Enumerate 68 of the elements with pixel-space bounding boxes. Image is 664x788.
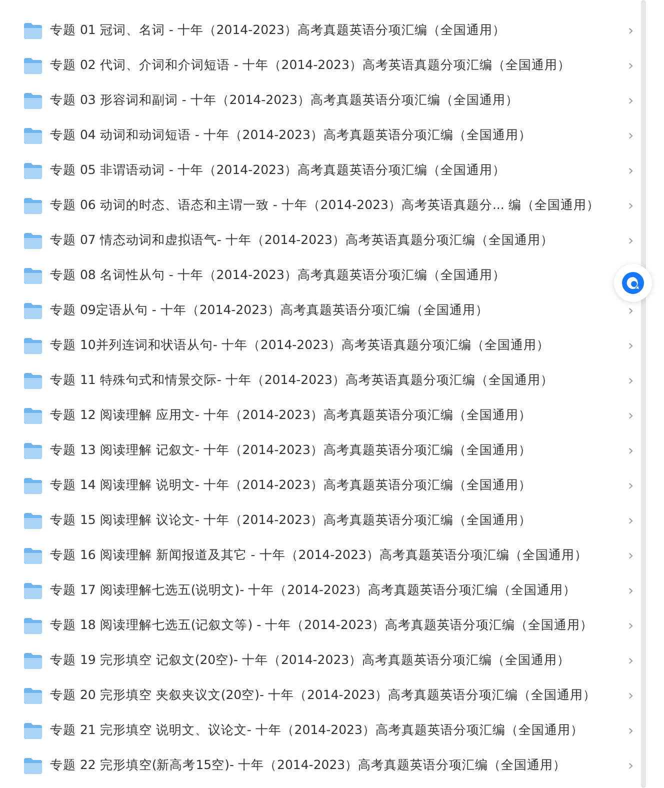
chat-bubble-icon — [622, 272, 644, 294]
folder-icon — [24, 92, 42, 108]
folder-name[interactable]: 专题 06 动词的时态、语态和主谓一致 - 十年（2014-2023）高考英语真题分... 编（全国通用） — [50, 197, 600, 212]
folder-name[interactable]: 专题 08 名词性从句 - 十年（2014-2023）高考真题英语分项汇编（全国通用） — [50, 267, 506, 282]
folder-name[interactable]: 专题 18 阅读理解七选五(记叙文等) - 十年（2014-2023）高考真题英语分项汇编（全国通用） — [50, 617, 594, 632]
folder-icon — [24, 582, 42, 598]
folder-icon — [24, 22, 42, 38]
folder-name[interactable]: 专题 11 特殊句式和情景交际- 十年（2014-2023）高考英语真题分项汇编（全国通用） — [50, 372, 554, 387]
folder-icon — [24, 162, 42, 178]
folder-name[interactable]: 专题 19 完形填空 记叙文(20空)- 十年（2014-2023）高考真题英语分项汇编（全国通用） — [50, 652, 570, 667]
folder-name[interactable]: 专题 20 完形填空 夹叙夹议文(20空)- 十年（2014-2023）高考真题英语分项汇编（全国通用） — [50, 687, 596, 702]
chevron-icon: › — [628, 478, 636, 494]
folder-name[interactable]: 专题 05 非谓语动词 - 十年（2014-2023）高考真题英语分项汇编（全国通用） — [50, 162, 506, 177]
folder-name[interactable]: 专题 14 阅读理解 说明文- 十年（2014-2023）高考真题英语分项汇编（全国通用） — [50, 477, 532, 492]
chevron-icon: › — [628, 92, 636, 108]
chevron-icon: › — [628, 162, 636, 178]
folder-name[interactable]: 专题 01 冠词、名词 - 十年（2014-2023）高考真题英语分项汇编（全国通用） — [50, 22, 506, 37]
chat-button[interactable] — [614, 264, 652, 302]
chevron-icon: › — [628, 442, 636, 458]
folder-icon — [24, 512, 42, 528]
folder-icon — [24, 478, 42, 494]
chevron-icon: › — [628, 512, 636, 528]
chevron-icon: › — [628, 688, 636, 704]
folder-icon — [24, 198, 42, 214]
folder-name[interactable]: 专题 17 阅读理解七选五(说明文)- 十年（2014-2023）高考真题英语分项汇编（全国通用） — [50, 582, 576, 597]
folder-icon — [24, 58, 42, 74]
folder-icon — [24, 408, 42, 424]
folder-icon — [24, 372, 42, 388]
folder-name[interactable]: 专题 12 阅读理解 应用文- 十年（2014-2023）高考真题英语分项汇编（全国通用） — [50, 407, 532, 422]
chevron-icon: › — [628, 198, 636, 214]
folder-name[interactable]: 专题 02 代词、介词和介词短语 - 十年（2014-2023）高考英语真题分项汇编（全国通用） — [50, 57, 570, 72]
folder-icon — [24, 232, 42, 248]
scrollbar[interactable] — [641, 0, 646, 788]
folder-name[interactable]: 专题 03 形容词和副词 - 十年（2014-2023）高考真题英语分项汇编（全国通用） — [50, 92, 518, 107]
chevron-icon: › — [628, 408, 636, 424]
chevron-icon: › — [628, 232, 636, 248]
folder-icon — [24, 128, 42, 144]
folder-name[interactable]: 专题 21 完形填空 说明文、议论文- 十年（2014-2023）高考真题英语分项汇编（全国通用） — [50, 722, 584, 737]
folder-name[interactable]: 专题 07 情态动词和虚拟语气- 十年（2014-2023）高考英语真题分项汇编（全国通用） — [50, 232, 554, 247]
folder-icon — [24, 302, 42, 318]
folder-name[interactable]: 专题 10并列连词和状语从句- 十年（2014-2023）高考英语真题分项汇编（全国通用） — [50, 337, 550, 352]
folder-name[interactable]: 专题 15 阅读理解 议论文- 十年（2014-2023）高考真题英语分项汇编（全国通用） — [50, 512, 532, 527]
folder-name[interactable]: 专题 16 阅读理解 新闻报道及其它 - 十年（2014-2023）高考真题英语分项汇编（全国通用） — [50, 547, 588, 562]
folder-icon — [24, 688, 42, 704]
chevron-icon: › — [628, 652, 636, 668]
chevron-icon: › — [628, 302, 636, 318]
folder-name[interactable]: 专题 13 阅读理解 记叙文- 十年（2014-2023）高考真题英语分项汇编（全国通用） — [50, 442, 532, 457]
folder-icon — [24, 338, 42, 354]
folder-icon — [24, 442, 42, 458]
folder-name[interactable]: 专题 09定语从句 - 十年（2014-2023）高考真题英语分项汇编（全国通用） — [50, 302, 488, 317]
folder-icon — [24, 652, 42, 668]
chevron-icon: › — [628, 58, 636, 74]
chevron-icon: › — [628, 582, 636, 598]
folder-icon — [24, 722, 42, 738]
chevron-icon: › — [628, 372, 636, 388]
chevron-icon: › — [628, 618, 636, 634]
folder-icon — [24, 758, 42, 774]
chevron-icon: › — [628, 722, 636, 738]
folder-icon — [24, 548, 42, 564]
chevron-icon: › — [628, 758, 636, 774]
chevron-icon: › — [628, 22, 636, 38]
folder-name[interactable]: 专题 22 完形填空(新高考15空)- 十年（2014-2023）高考真题英语分项汇编（全国通用） — [50, 757, 566, 772]
chevron-icon: › — [628, 338, 636, 354]
folder-icon — [24, 268, 42, 284]
chevron-icon: › — [628, 128, 636, 144]
folder-icon — [24, 618, 42, 634]
chevron-icon: › — [628, 548, 636, 564]
folder-name[interactable]: 专题 04 动词和动词短语 - 十年（2014-2023）高考真题英语分项汇编（全国通用） — [50, 127, 532, 142]
